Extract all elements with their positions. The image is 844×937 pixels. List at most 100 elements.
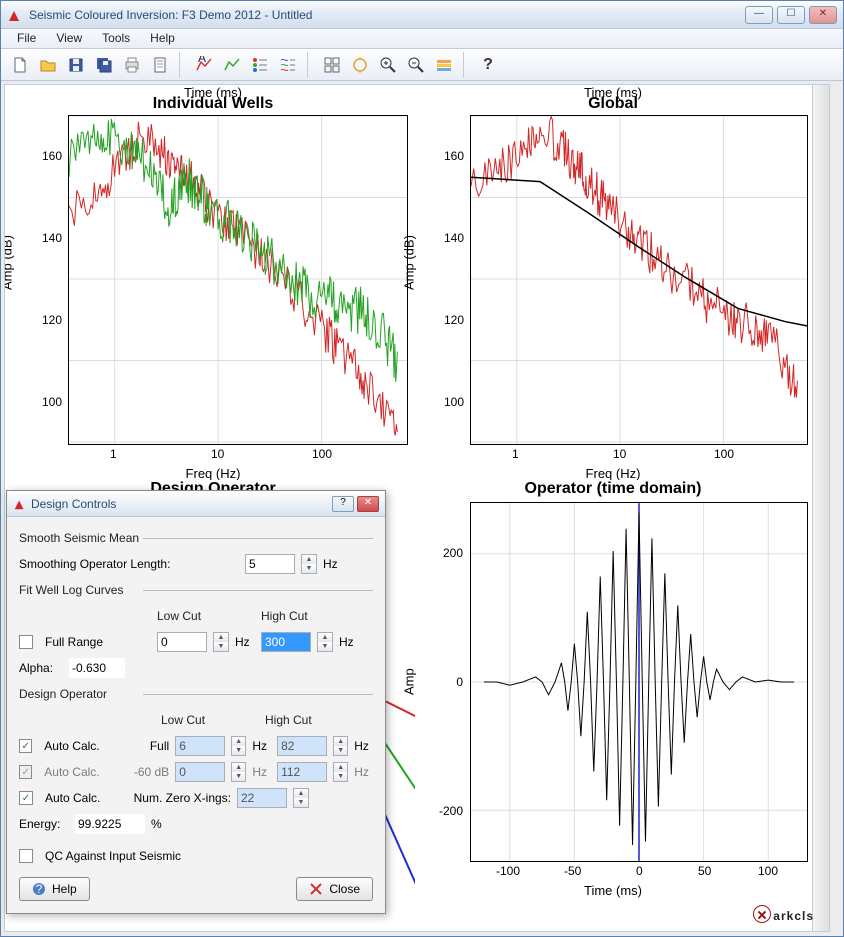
brand-text: arkcls: [773, 909, 814, 923]
time-label: Time (ms): [415, 85, 811, 100]
y-axis-label: Amp (dB): [4, 235, 15, 290]
print-icon[interactable]: [119, 52, 145, 78]
time-label: Time (ms): [13, 85, 413, 100]
list-colors-icon[interactable]: [247, 52, 273, 78]
grid-view-icon[interactable]: [319, 52, 345, 78]
menu-view[interactable]: View: [46, 29, 92, 48]
x-axis-label: Freq (Hz): [586, 466, 641, 481]
y-ticks: 160 140 120 100: [38, 115, 66, 445]
maximize-button[interactable]: ☐: [777, 6, 805, 24]
process-icon[interactable]: [347, 52, 373, 78]
save-icon[interactable]: [63, 52, 89, 78]
spin-stepper: ▲▼: [231, 762, 246, 782]
section-heading: Fit Well Log Curves: [19, 583, 373, 597]
full-range-label: Full Range: [45, 635, 151, 649]
row-label: -60 dB: [122, 765, 169, 779]
save-all-icon[interactable]: [91, 52, 117, 78]
auto-calc-label: Auto Calc.: [45, 791, 117, 805]
dialog-icon: [13, 497, 27, 511]
spin-stepper: ▲▼: [293, 788, 309, 808]
panel-individual-wells: Individual Wells Time (ms) Amp (dB) Freq…: [13, 85, 413, 485]
auto-calc-1-checkbox[interactable]: [19, 739, 32, 753]
lowcut-header: Low Cut: [157, 609, 229, 623]
x-axis-label: Time (ms): [584, 883, 642, 898]
help-icon[interactable]: ?: [475, 52, 501, 78]
unit-label: Hz: [235, 635, 255, 649]
dialog-title-bar: Design Controls ? ✕: [7, 491, 385, 517]
help-circle-icon: ?: [32, 882, 46, 896]
brand-logo-icon: [753, 905, 771, 923]
stack-icon[interactable]: [431, 52, 457, 78]
energy-value[interactable]: [75, 814, 145, 834]
section-smooth: Smooth Seismic Mean Smoothing Operator L…: [19, 531, 373, 577]
spin-stepper: ▲▼: [333, 762, 348, 782]
spin-stepper[interactable]: ▲▼: [317, 632, 333, 652]
menu-tools[interactable]: Tools: [92, 29, 140, 48]
list-lines-icon[interactable]: [275, 52, 301, 78]
energy-unit: %: [151, 817, 162, 831]
chart-canvas: [470, 115, 808, 445]
chart-canvas: [470, 502, 808, 862]
dialog-help-btn[interactable]: ? Help: [19, 877, 90, 901]
lowcut-header: Low Cut: [161, 713, 233, 727]
spin-stepper[interactable]: ▲▼: [213, 632, 229, 652]
svg-text:A: A: [198, 56, 206, 65]
auto-calc-3-checkbox[interactable]: [19, 791, 33, 805]
y-axis-label: Amp (dB): [402, 235, 417, 290]
full-range-checkbox[interactable]: [19, 635, 33, 649]
auto-calc-label: Auto Calc.: [44, 765, 116, 779]
vertical-scrollbar[interactable]: [812, 85, 829, 931]
title-bar: Seismic Coloured Inversion: F3 Demo 2012…: [1, 1, 843, 29]
x-axis-label: Freq (Hz): [186, 466, 241, 481]
new-file-icon[interactable]: [7, 52, 33, 78]
unit-label: Hz: [339, 635, 359, 649]
close-x-icon: [309, 882, 323, 896]
menu-file[interactable]: File: [7, 29, 46, 48]
section-heading: Smooth Seismic Mean: [19, 531, 373, 545]
spin-stepper[interactable]: ▲▼: [301, 554, 317, 574]
smoothing-length-input[interactable]: [245, 554, 295, 574]
panel-operator-time: Operator (time domain) Amp Time (ms) 200…: [415, 480, 811, 920]
open-folder-icon[interactable]: [35, 52, 61, 78]
design-controls-dialog: Design Controls ? ✕ Smooth Seismic Mean …: [6, 490, 386, 914]
menu-bar: File View Tools Help: [1, 29, 843, 49]
spin-stepper: ▲▼: [231, 736, 246, 756]
y-ticks: 160 140 120 100: [440, 115, 468, 445]
dialog-close-btn[interactable]: Close: [296, 877, 373, 901]
menu-help[interactable]: Help: [140, 29, 185, 48]
auto-calc-label: Auto Calc.: [44, 739, 116, 753]
qc-checkbox[interactable]: [19, 849, 33, 863]
app-icon: [7, 7, 23, 23]
section-design: Design Operator Low Cut High Cut Auto Ca…: [19, 687, 373, 869]
design-zero-xings-input: [237, 788, 287, 808]
section-heading: Design Operator: [19, 687, 373, 701]
zoom-out-icon[interactable]: [403, 52, 429, 78]
alpha-label: Alpha:: [19, 661, 63, 675]
highcut-header: High Cut: [265, 713, 337, 727]
design-60db-high-input: [277, 762, 327, 782]
close-button[interactable]: ✕: [809, 6, 837, 24]
smoothing-length-label: Smoothing Operator Length:: [19, 557, 239, 571]
dialog-close-button[interactable]: ✕: [357, 496, 379, 512]
fit-well-icon[interactable]: [219, 52, 245, 78]
row-label: Num. Zero X-ings:: [123, 791, 231, 805]
brand-bar: arkcls: [753, 904, 814, 925]
design-full-high-input: [277, 736, 327, 756]
row-label: Full: [122, 739, 169, 753]
dialog-title: Design Controls: [31, 497, 329, 511]
minimize-button[interactable]: —: [745, 6, 773, 24]
panel-global: Global Time (ms) Amp (dB) Freq (Hz) 160 …: [415, 85, 811, 485]
toolbar: A ?: [1, 49, 843, 81]
dialog-help-button[interactable]: ?: [332, 496, 354, 512]
y-ticks: 200 0 -200: [435, 502, 467, 862]
document-icon[interactable]: [147, 52, 173, 78]
alpha-input[interactable]: [69, 658, 125, 678]
fit-highcut-input[interactable]: [261, 632, 311, 652]
auto-calc-2-checkbox: [19, 765, 32, 779]
spin-stepper: ▲▼: [333, 736, 348, 756]
zoom-in-icon[interactable]: [375, 52, 401, 78]
design-60db-low-input: [175, 762, 225, 782]
fit-lowcut-input[interactable]: [157, 632, 207, 652]
window-title: Seismic Coloured Inversion: F3 Demo 2012…: [29, 8, 745, 22]
fit-spectrum-icon[interactable]: A: [191, 52, 217, 78]
